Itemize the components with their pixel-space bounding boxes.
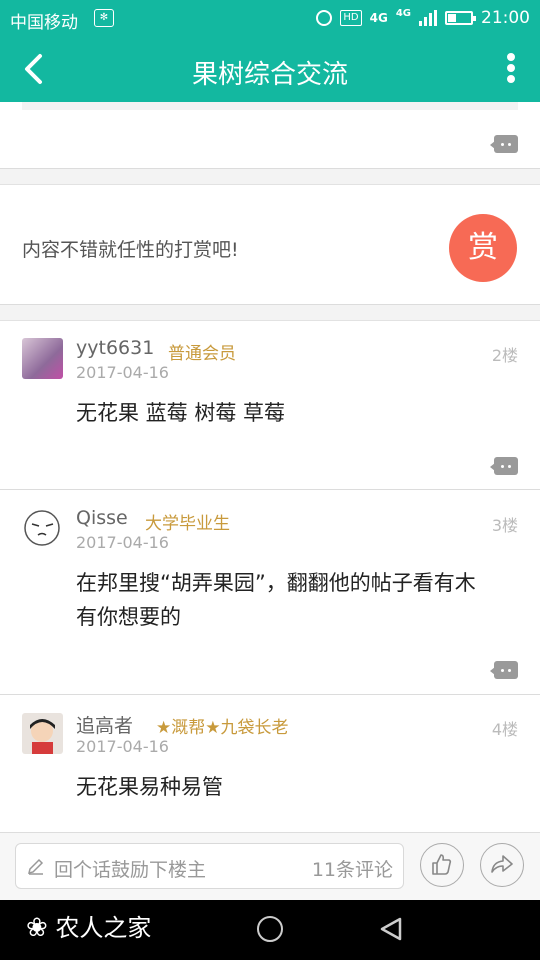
post-edge: [22, 102, 518, 110]
watermark-logo: ❀ 农人之家: [26, 908, 151, 943]
carrier-name: 中国移动: [10, 13, 78, 33]
page-title: 果树综合交流: [191, 60, 348, 90]
pencil-icon: [27, 858, 44, 875]
network-type-1: 4G: [369, 11, 388, 25]
reply-content: 无花果 蓝莓 树莓 草莓: [76, 401, 286, 425]
reward-prompt: 内容不错就任性的打赏吧!: [22, 239, 239, 261]
battery-fill: [448, 14, 456, 22]
avatar[interactable]: [22, 713, 63, 754]
divider: [0, 304, 540, 305]
floor-number: 2楼: [491, 346, 518, 365]
comment-icon[interactable]: [490, 135, 518, 153]
reply-placeholder: 回个话鼓励下楼主: [54, 859, 207, 881]
reply-username[interactable]: yyt6631: [76, 337, 154, 359]
alarm-icon: [316, 10, 333, 26]
divider: [0, 168, 540, 169]
reply-username[interactable]: Qisse: [76, 507, 128, 529]
share-icon: [491, 855, 513, 873]
status-bar: 中国移动 ✻ HD 4G 4G 21:00: [0, 0, 540, 36]
like-button[interactable]: [420, 843, 464, 887]
member-badge: 大学毕业生: [145, 514, 230, 534]
comment-icon[interactable]: [490, 661, 518, 679]
share-button[interactable]: [480, 843, 524, 887]
back-nav-icon[interactable]: [378, 916, 404, 942]
reply-input[interactable]: 回个话鼓励下楼主 11条评论: [15, 843, 404, 889]
home-button[interactable]: [257, 916, 283, 942]
logo-mark-icon: ❀: [26, 913, 48, 943]
signal-icon: [419, 10, 437, 26]
status-icons: HD 4G 4G 21:00: [316, 8, 530, 28]
battery-icon: [445, 11, 476, 25]
reply-date: 2017-04-16: [76, 533, 169, 552]
watermark-text: 农人之家: [55, 914, 152, 942]
thumbs-up-icon: [432, 854, 452, 875]
floor-number: 4楼: [491, 720, 518, 739]
hd-indicator: HD: [340, 10, 362, 26]
reply-date: 2017-04-16: [76, 363, 169, 382]
avatar[interactable]: [22, 338, 63, 379]
avatar[interactable]: [22, 508, 63, 549]
post-footer-card: [0, 102, 540, 168]
comment-icon[interactable]: [490, 457, 518, 475]
reply-content: 无花果易种易管: [76, 775, 223, 799]
reply-username[interactable]: 追高者: [76, 711, 133, 738]
floor-number: 3楼: [491, 516, 518, 535]
reply-date: 2017-04-16: [76, 737, 169, 756]
title-bar: 果树综合交流: [0, 36, 540, 102]
reply-content: 在邦里搜“胡弄果园”，翻翻他的帖子看有木有你想要的: [76, 571, 476, 629]
bottom-reply-bar: 回个话鼓励下楼主 11条评论: [0, 832, 540, 901]
navigation-bar: ❀ 农人之家: [0, 900, 540, 960]
comment-count[interactable]: 11条评论: [312, 855, 393, 882]
sim-icon: ✻: [94, 9, 114, 27]
clock: 21:00: [481, 8, 530, 28]
member-badge: ★溉帮★九袋长老: [156, 718, 289, 738]
member-badge: 普通会员: [168, 344, 236, 364]
more-vertical-icon[interactable]: [504, 50, 518, 88]
network-type-2: 4G: [395, 8, 411, 19]
reward-button[interactable]: 赏: [449, 214, 517, 282]
